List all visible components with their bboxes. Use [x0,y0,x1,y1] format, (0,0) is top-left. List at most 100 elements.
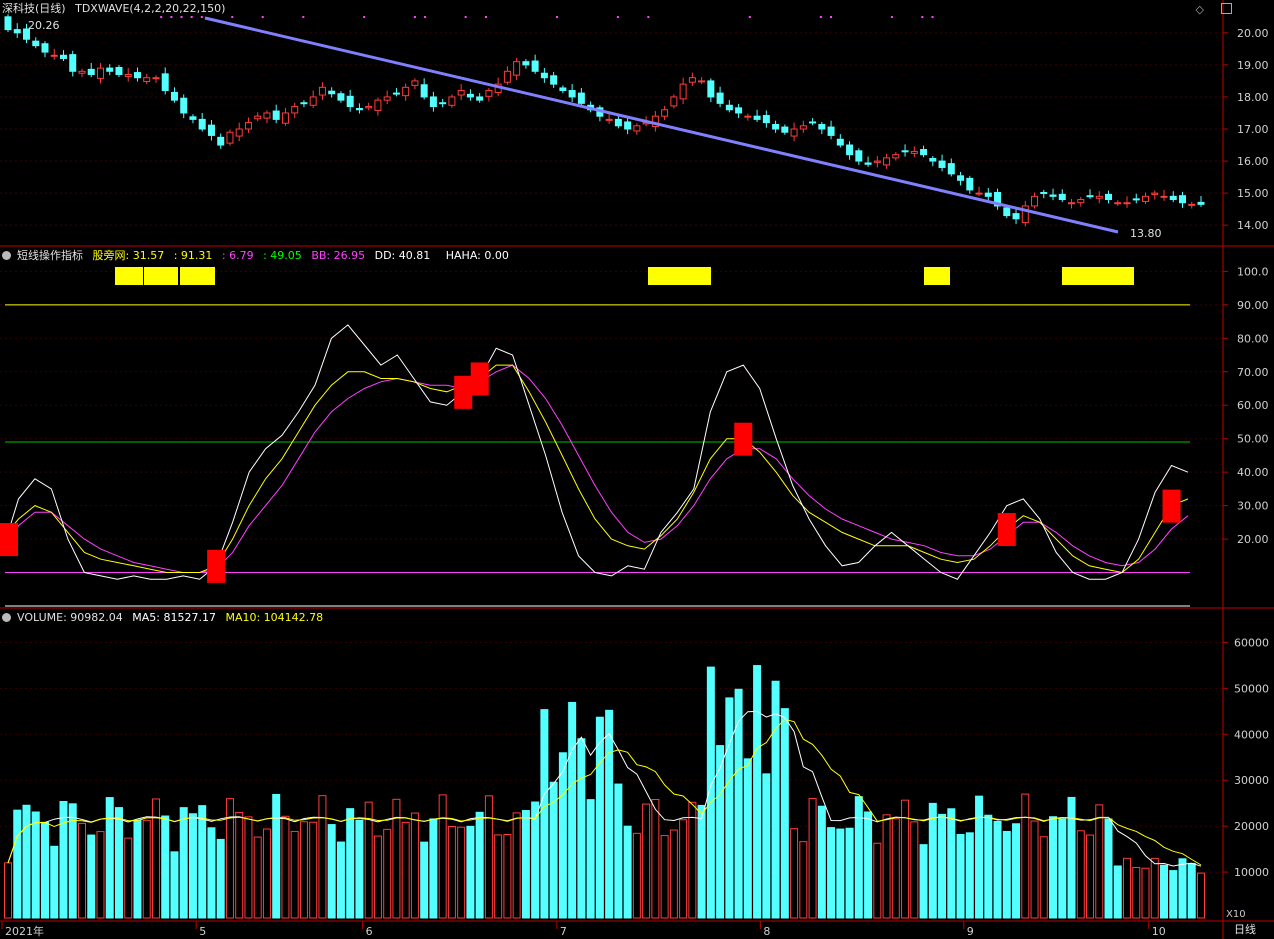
volume-bar [1049,816,1058,919]
circle-menu-icon[interactable] [2,613,11,622]
signal-dot [647,16,650,18]
candle-body [966,177,974,191]
candle-body [614,118,622,127]
volume-bar [1039,836,1048,919]
volume-bar [975,795,984,919]
price-tick-label: 17.00 [1237,123,1269,136]
price-tick-label: 15.00 [1237,187,1269,200]
low-price-label: 13.80 [1130,227,1162,240]
volume-bar [642,803,651,919]
volume-bar [984,814,993,919]
signal-dot [190,16,193,18]
signal-dot [160,16,163,18]
candle-body [291,106,299,114]
indicator-tick-label: 70.00 [1237,366,1269,379]
volume-bar [605,709,614,919]
candle-body [476,96,484,101]
volume-bar [346,808,355,919]
candle-body [670,96,678,107]
volume-value: VOLUME: 90982.04 [17,611,123,624]
volume-bar [1058,818,1067,919]
candle-body [13,29,21,34]
volume-bar [558,752,567,919]
volume-bar [1002,830,1011,919]
candle-body [855,150,863,162]
candle-body [735,107,743,114]
candle-body [1169,195,1177,201]
candle-body [910,150,918,154]
price-tick-label: 20.00 [1237,27,1269,40]
candle-body [920,149,928,156]
candle-body [254,115,262,120]
candle-body [448,96,456,106]
candle-body [170,91,178,101]
candle-body [281,112,289,124]
candle-body [1160,195,1168,198]
diamond-icon[interactable]: ◇ [1196,3,1204,16]
candle-body [818,124,826,130]
candle-body [1031,195,1039,207]
candle-body [457,90,465,96]
candle-body [1132,198,1140,201]
x-tick-label: 10 [1152,925,1166,938]
volume-bar [429,818,438,919]
volume-bar [512,812,521,919]
candle-body [1105,193,1113,201]
volume-bar [466,825,475,919]
volume-bar [59,801,68,919]
candle-body [957,175,965,181]
volume-bar [743,758,752,919]
candle-body [559,87,567,92]
candle-body [846,144,854,156]
volume-bar [660,835,669,919]
candle-body [1151,192,1159,195]
candle-body [753,115,761,120]
window-icon[interactable] [1221,3,1232,14]
volume-bar [309,821,318,919]
volume-bar [299,821,308,919]
candle-body [716,92,724,104]
volume-bar [632,832,641,919]
candle-body [96,67,104,79]
volume-bar [817,805,826,919]
volume-bar [947,808,956,919]
volume-bar [336,841,345,919]
circle-menu-icon[interactable] [2,251,11,260]
volume-bar [688,801,697,919]
scale-label: X10 [1226,909,1246,920]
candle-body [41,43,49,53]
volume-bar [651,798,660,919]
signal-dot [424,16,427,18]
candle-body [189,116,197,120]
volume-bar [1104,818,1113,919]
volume-bar [1113,865,1122,919]
volume-bar [494,834,503,919]
volume-bar [1187,862,1196,919]
x-tick-label: 6 [366,925,373,938]
volume-bar [50,845,59,919]
price-tick-label: 14.00 [1237,219,1269,232]
volume-tick-label: 20000 [1234,820,1269,833]
candle-body [809,121,817,124]
volume-bar [540,709,549,919]
volume-bar [577,738,586,919]
price-tick-label: 18.00 [1237,91,1269,104]
volume-bar [207,827,216,919]
indicator-title: 短线操作指标 [17,249,83,262]
signal-dot [819,16,822,18]
candle-body [1003,207,1011,217]
sell-marker [470,362,489,396]
volume-bar [882,814,891,919]
indicator-value-2: : 91.31 [173,249,213,262]
candle-body [32,40,40,47]
candle-body [762,115,770,124]
volume-bar [669,829,678,919]
candle-body [892,154,900,159]
candle-body [1058,193,1066,201]
candle-body [411,80,419,86]
period-label[interactable]: 日线 [1234,923,1256,937]
x-tick-label: 9 [967,925,974,938]
volume-bar [753,665,762,919]
signal-dot [200,16,203,18]
candle-body [744,115,752,118]
